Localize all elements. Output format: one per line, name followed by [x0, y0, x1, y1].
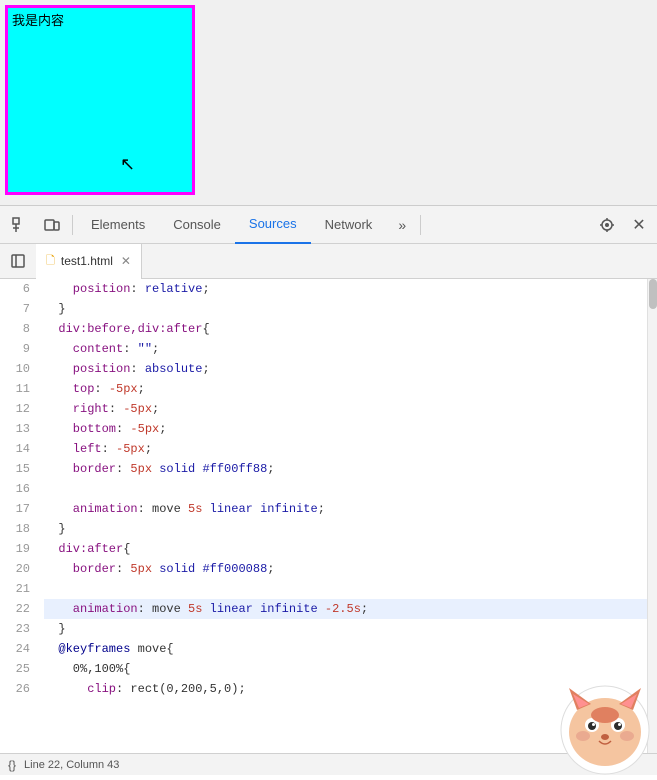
toolbar-right: ✕ — [591, 209, 653, 241]
code-line-7: } — [44, 299, 647, 319]
code-line-21 — [44, 579, 647, 599]
settings-button[interactable] — [591, 209, 623, 241]
preview-text: 我是内容 — [8, 8, 192, 31]
preview-area: 我是内容 ↖ — [0, 0, 657, 205]
code-line-11: top: -5px; — [44, 379, 647, 399]
scrollbar-thumb[interactable] — [649, 279, 657, 309]
toolbar-separator-2 — [420, 215, 421, 235]
vertical-scrollbar[interactable] — [647, 279, 657, 753]
code-line-13: bottom: -5px; — [44, 419, 647, 439]
code-line-26: clip: rect(0,200,5,0); — [44, 679, 647, 699]
devtools-panel: Elements Console Sources Network » ✕ — [0, 205, 657, 775]
file-tab-bar: 🗋 test1.html ✕ — [0, 244, 657, 279]
toolbar-separator-1 — [72, 215, 73, 235]
code-line-15: border: 5px solid #ff00ff88; — [44, 459, 647, 479]
code-line-18: } — [44, 519, 647, 539]
panel-toggle-button[interactable] — [4, 247, 32, 275]
code-line-25: 0%,100%{ — [44, 659, 647, 679]
tab-sources[interactable]: Sources — [235, 206, 311, 244]
code-line-9: content: ""; — [44, 339, 647, 359]
code-line-8: div:before,div:after{ — [44, 319, 647, 339]
file-tab-name: test1.html — [61, 254, 113, 268]
code-line-19: div:after{ — [44, 539, 647, 559]
devtools-toolbar: Elements Console Sources Network » ✕ — [0, 206, 657, 244]
tab-network[interactable]: Network — [311, 206, 387, 244]
tab-elements[interactable]: Elements — [77, 206, 159, 244]
code-line-12: right: -5px; — [44, 399, 647, 419]
code-line-14: left: -5px; — [44, 439, 647, 459]
cyan-box: 我是内容 — [5, 5, 195, 195]
code-line-22: animation: move 5s linear infinite -2.5s… — [44, 599, 647, 619]
code-line-20: border: 5px solid #ff000088; — [44, 559, 647, 579]
code-content[interactable]: 6 7 8 9 10 11 12 13 14 15 16 17 18 19 20… — [0, 279, 657, 753]
status-bar: {} Line 22, Column 43 — [0, 753, 657, 775]
file-tab-test1[interactable]: 🗋 test1.html ✕ — [36, 244, 142, 279]
device-toggle-button[interactable] — [36, 209, 68, 241]
inspect-element-button[interactable] — [4, 209, 36, 241]
close-devtools-button[interactable]: ✕ — [625, 211, 653, 239]
status-icon: {} — [8, 758, 16, 772]
code-line-6: position: relative; — [44, 279, 647, 299]
code-lines: position: relative; } div:before,div:aft… — [36, 279, 647, 753]
code-area: 6 7 8 9 10 11 12 13 14 15 16 17 18 19 20… — [0, 279, 657, 753]
more-tabs-button[interactable]: » — [388, 209, 416, 241]
line-numbers: 6 7 8 9 10 11 12 13 14 15 16 17 18 19 20… — [0, 279, 36, 753]
code-line-10: position: absolute; — [44, 359, 647, 379]
tab-console[interactable]: Console — [159, 206, 235, 244]
code-line-17: animation: move 5s linear infinite; — [44, 499, 647, 519]
file-tab-close-button[interactable]: ✕ — [121, 254, 131, 268]
status-text: Line 22, Column 43 — [24, 759, 119, 771]
code-line-16 — [44, 479, 647, 499]
code-line-24: @keyframes move{ — [44, 639, 647, 659]
code-line-23: } — [44, 619, 647, 639]
file-tab-icon: 🗋 — [46, 252, 55, 271]
